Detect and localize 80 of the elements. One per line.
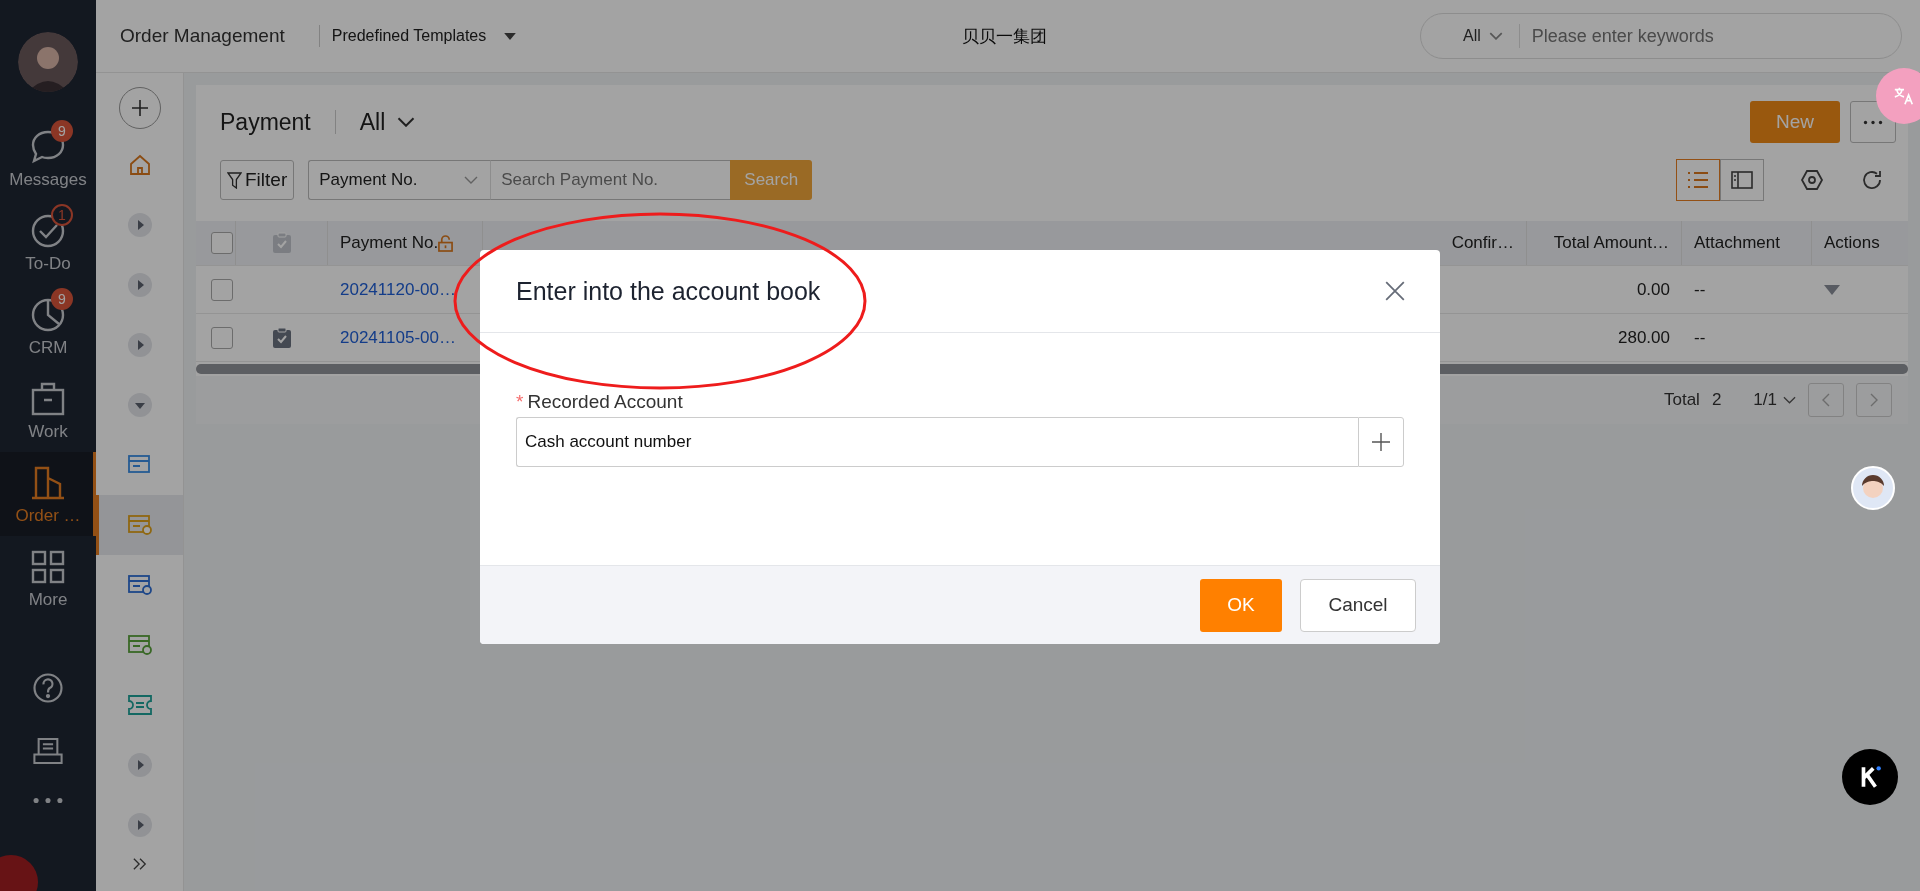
plus-icon [129, 98, 150, 118]
lock-icon [438, 234, 454, 252]
filter-icon [227, 171, 242, 189]
nav-item[interactable]: 9 CRM [0, 284, 96, 368]
nav-item[interactable]: Work [0, 368, 96, 452]
more-dots-icon[interactable] [31, 796, 65, 805]
table-cell: -- [1694, 327, 1706, 348]
sidebar-panel-icon [1731, 171, 1753, 189]
chevron-icon [1488, 32, 1503, 40]
total-label: Total [1663, 390, 1700, 410]
row-checkbox[interactable] [211, 326, 233, 349]
chevron-icon [397, 117, 416, 127]
template-dropdown[interactable]: Predefined Templates [319, 27, 529, 45]
payment-number-link[interactable]: 20241120-00… [340, 279, 456, 300]
document-icon [126, 574, 153, 596]
table-cell: -- [1694, 279, 1706, 300]
view-dropdown[interactable]: All [359, 108, 416, 136]
column-header: Confir… [1451, 233, 1514, 253]
app-logo-button[interactable] [1842, 749, 1898, 805]
dropdown-triangle-icon[interactable] [1824, 284, 1840, 295]
settings-icon[interactable] [1800, 168, 1824, 192]
column-header: Payment No. [340, 233, 439, 253]
cancel-button[interactable]: Cancel [1300, 578, 1416, 632]
nav-item[interactable]: More [0, 536, 96, 620]
field-label: Recorded Account [527, 391, 683, 413]
chevron-right-icon [1870, 393, 1878, 407]
nav-item[interactable]: 9 Messages [0, 116, 96, 200]
count-badge: 1 [51, 204, 73, 226]
page-dropdown[interactable]: 1/1 [1753, 390, 1796, 410]
next-page-button[interactable] [1856, 383, 1892, 417]
required-mark: * [516, 391, 524, 413]
list-icon [1687, 171, 1709, 189]
home-icon [127, 153, 152, 177]
scope-dropdown[interactable]: All [1421, 24, 1520, 48]
chevron-icon [1783, 396, 1796, 404]
close-icon [1384, 280, 1406, 302]
ok-button[interactable]: OK [1200, 578, 1282, 632]
app-title: Order Management [120, 25, 320, 47]
clipboard-check-icon [271, 232, 292, 254]
user-avatar[interactable] [18, 32, 78, 92]
refresh-icon[interactable] [1860, 168, 1884, 192]
table-cell: 0.00 [1636, 279, 1670, 300]
translate-icon [1893, 85, 1915, 107]
document-icon [126, 514, 153, 536]
panel-view-button[interactable] [1720, 159, 1764, 201]
total-count: 2 [1711, 390, 1722, 410]
count-badge: 9 [51, 120, 73, 142]
sub-nav-item[interactable] [96, 495, 183, 555]
add-button[interactable] [118, 87, 161, 129]
search-field[interactable]: Search Payment No. [490, 160, 731, 200]
column-header: Attachment [1694, 233, 1780, 253]
close-button[interactable] [1384, 280, 1406, 302]
document-icon [126, 634, 153, 656]
ticket-icon [126, 694, 153, 716]
previous-page-button[interactable] [1808, 383, 1844, 417]
help-icon[interactable] [30, 670, 66, 706]
caret-icon [504, 32, 517, 40]
list-view-button[interactable] [1676, 159, 1720, 201]
account-field[interactable]: Cash account number [516, 417, 1358, 467]
column-header: Actions [1824, 233, 1880, 253]
add-account-button[interactable] [1358, 417, 1404, 467]
row-checkbox[interactable] [211, 278, 233, 301]
count-badge: 9 [51, 288, 73, 310]
document-icon [126, 454, 153, 476]
page-title: Payment [220, 108, 311, 136]
payment-number-link[interactable]: 20241105-00… [340, 327, 456, 348]
nav-item[interactable]: 1 To-Do [0, 200, 96, 284]
select-all-checkbox[interactable] [210, 232, 233, 254]
assistant-avatar[interactable] [1848, 463, 1898, 513]
company-name: 贝贝一集团 [962, 25, 1047, 48]
plus-icon [1371, 432, 1391, 452]
field-dropdown[interactable]: Payment No. [308, 160, 491, 200]
filter-button[interactable]: Filter [220, 160, 295, 200]
chevron-icon [464, 176, 479, 184]
table-cell: 280.00 [1618, 327, 1670, 348]
dialog-title: Enter into the account book [516, 276, 821, 306]
chevron-left-icon [1822, 393, 1830, 407]
column-header: Total Amount… [1553, 233, 1669, 253]
more-dots-icon [1862, 119, 1884, 125]
nav-item[interactable]: Order … [0, 452, 96, 536]
